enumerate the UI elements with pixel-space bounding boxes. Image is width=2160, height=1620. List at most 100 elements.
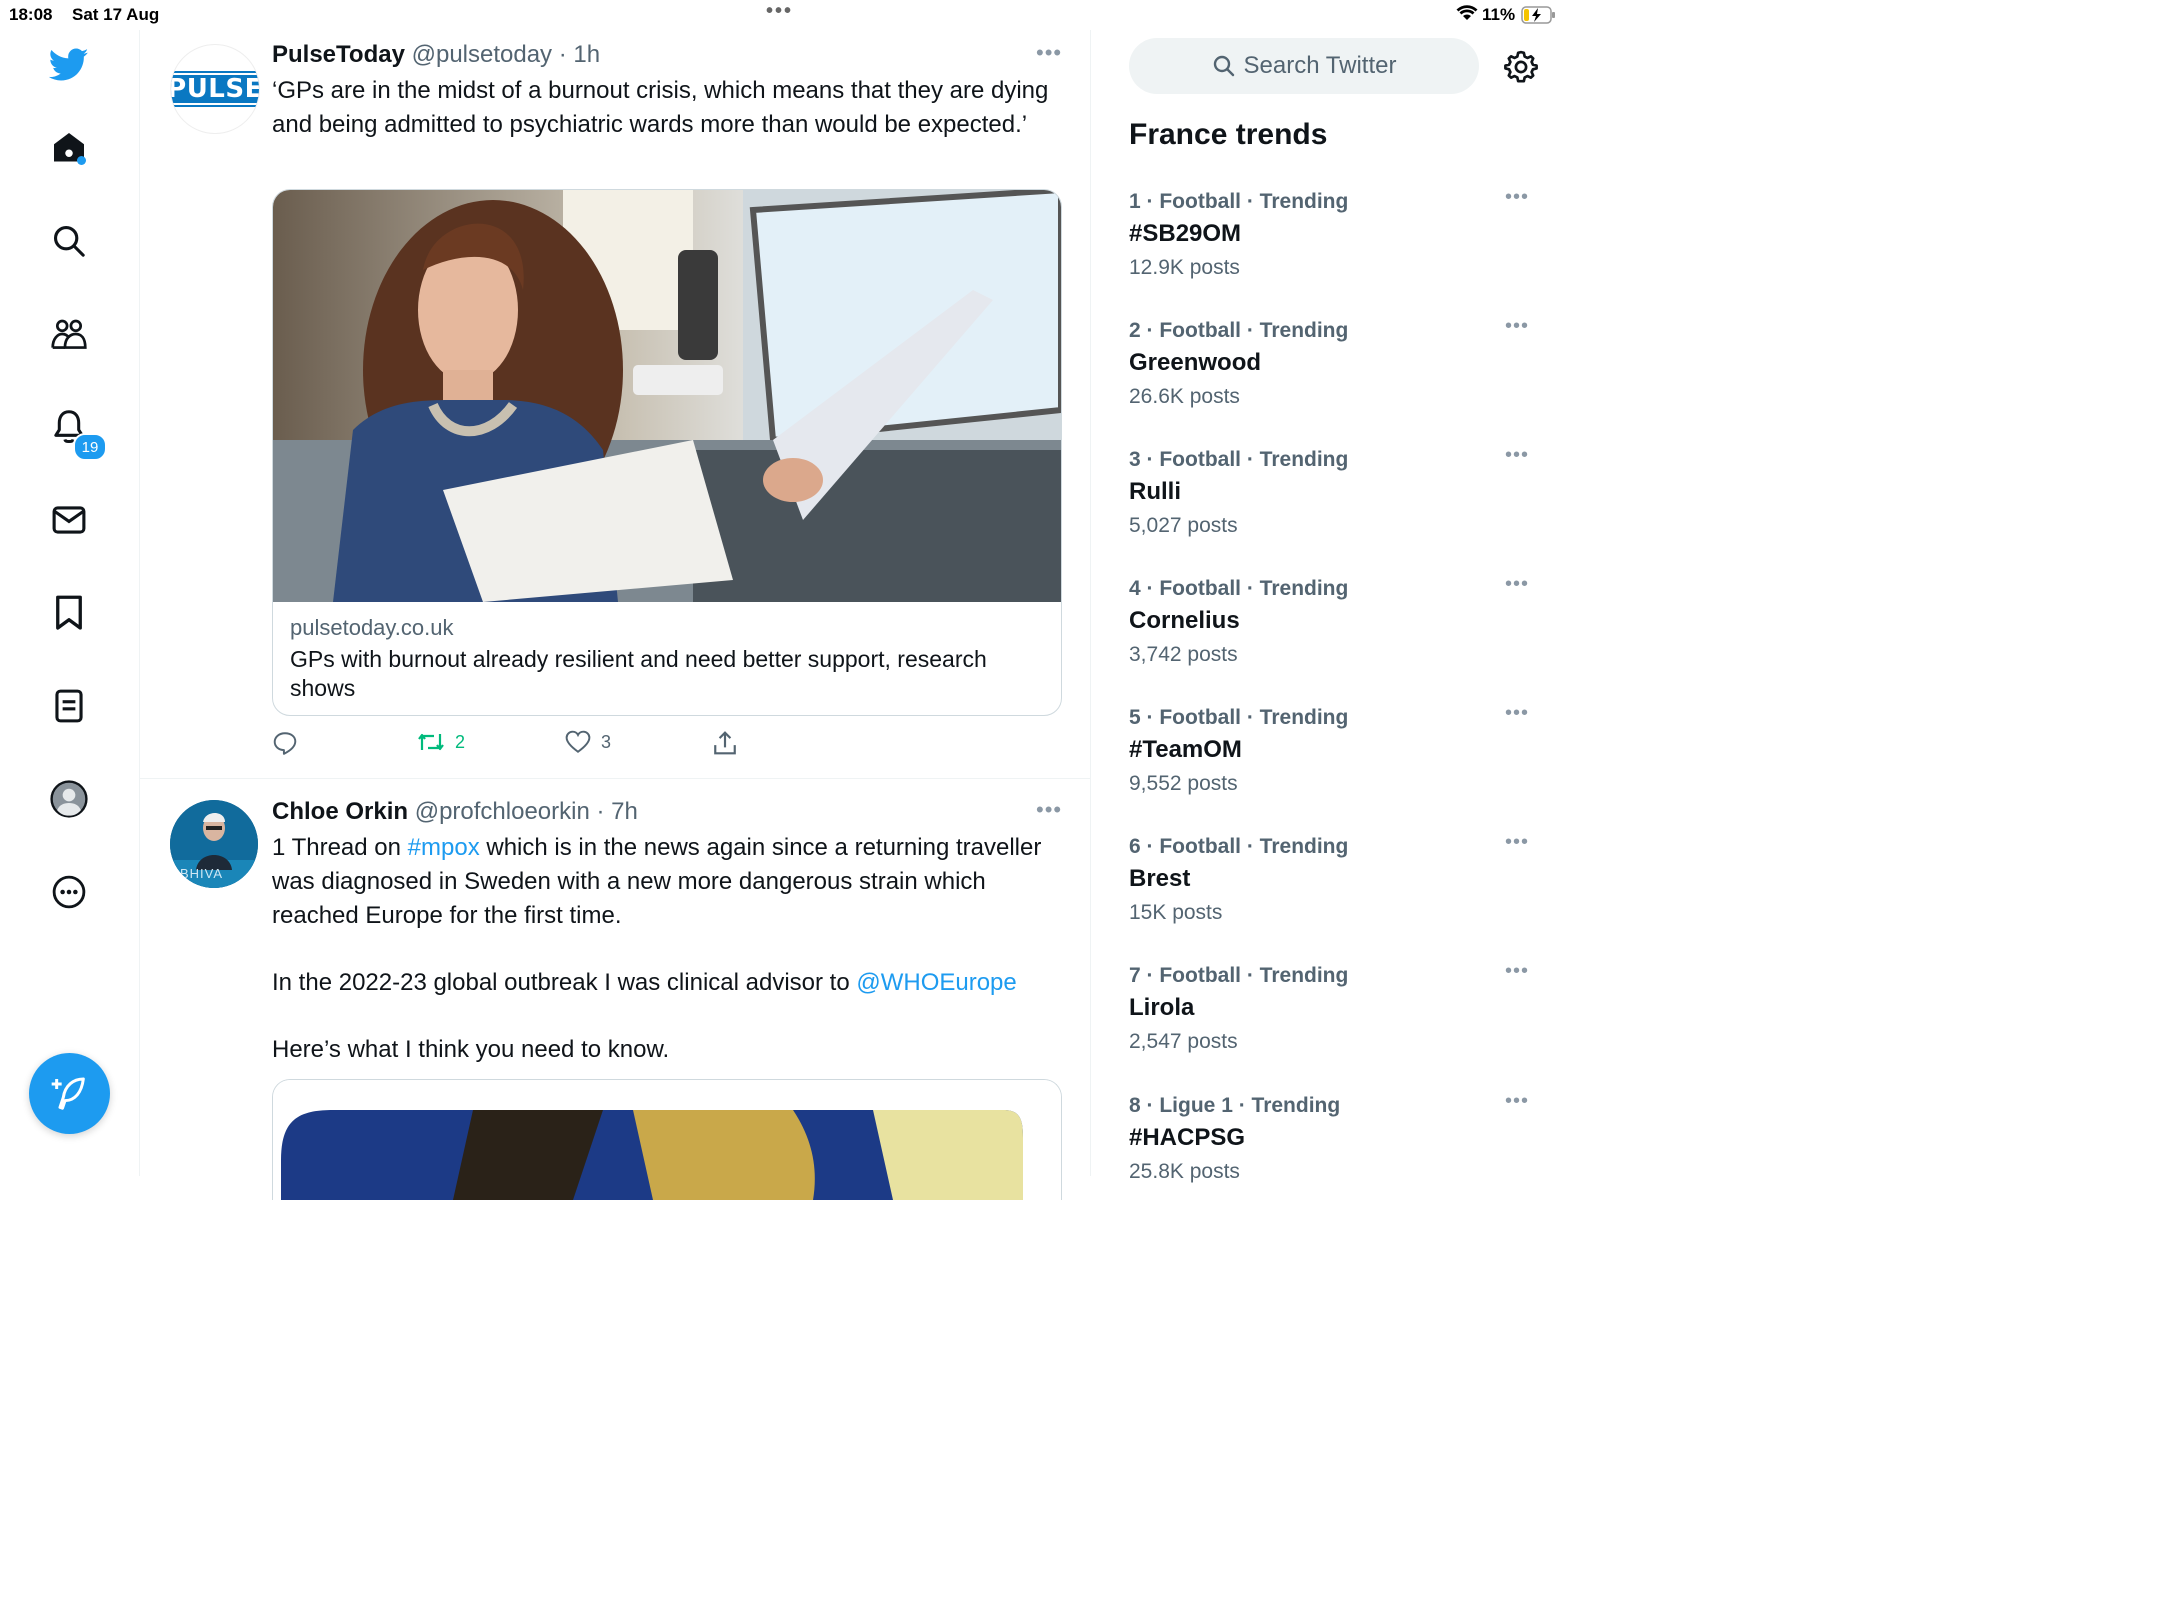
trend-count: 5,027 posts — [1129, 514, 1238, 537]
trend-name: #SB29OM — [1129, 220, 1242, 247]
profile-icon[interactable] — [49, 779, 89, 819]
gear-icon[interactable] — [1504, 50, 1538, 89]
trend-category: Football · Trending — [1159, 964, 1349, 987]
tweet-text: ‘GPs are in the midst of a burnout crisi… — [272, 77, 1049, 138]
trend-category: Ligue 1 · Trending — [1159, 1094, 1341, 1117]
trend-rank: 5 — [1129, 706, 1141, 729]
avatar-banner-text: BHIVA — [180, 866, 224, 881]
battery-charging-icon — [1521, 6, 1557, 29]
author-name[interactable]: Chloe Orkin — [272, 798, 408, 825]
tweet-text-segment: Here’s what I think you need to know. — [272, 1036, 670, 1063]
reply-icon — [273, 732, 297, 755]
trend-rank: 2 — [1129, 319, 1141, 342]
trend-category: Football · Trending — [1159, 448, 1349, 471]
twitter-bird-icon[interactable] — [49, 45, 89, 85]
trend-item[interactable]: 1 · Football · Trending #SB29OM 12.9K po… — [1129, 186, 1549, 280]
tweet-text-segment: In the 2022-23 global outbreak I was cli… — [272, 969, 857, 996]
compose-tweet-button[interactable] — [29, 1053, 110, 1134]
retweet-count: 2 — [455, 731, 466, 752]
trend-name: #TeamOM — [1129, 736, 1242, 763]
search-input[interactable]: Search Twitter — [1129, 38, 1479, 94]
battery-percent: 11% — [1482, 5, 1516, 24]
card-domain: pulsetoday.co.uk — [290, 615, 454, 640]
trend-item[interactable]: 8 · Ligue 1 · Trending #HACPSG 25.8K pos… — [1129, 1090, 1549, 1184]
status-time: 18:08 — [9, 5, 53, 24]
trend-category: Football · Trending — [1159, 835, 1349, 858]
link-card[interactable]: pulsetoday.co.uk GPs with burnout alread… — [272, 189, 1062, 716]
media-image — [273, 1080, 1061, 1200]
author-name[interactable]: PulseToday — [272, 41, 405, 68]
home-unread-dot — [77, 156, 86, 165]
trend-count: 2,547 posts — [1129, 1030, 1238, 1053]
trend-name: Lirola — [1129, 994, 1195, 1021]
status-date: Sat 17 Aug — [72, 5, 160, 24]
trend-more-icon[interactable]: ••• — [1505, 960, 1529, 983]
trend-category: Football · Trending — [1159, 190, 1349, 213]
trend-item[interactable]: 4 · Football · Trending Cornelius 3,742 … — [1129, 573, 1549, 667]
bookmark-icon[interactable] — [49, 593, 89, 633]
trend-name: Cornelius — [1129, 607, 1240, 634]
tweet-time[interactable]: 7h — [611, 798, 638, 825]
mail-icon[interactable] — [49, 500, 89, 540]
trend-more-icon[interactable]: ••• — [1505, 315, 1529, 338]
trend-more-icon[interactable]: ••• — [1505, 444, 1529, 467]
trend-count: 12.9K posts — [1129, 256, 1240, 279]
trend-item[interactable]: 2 · Football · Trending Greenwood 26.6K … — [1129, 315, 1549, 409]
card-image — [273, 190, 1061, 602]
author-handle[interactable]: @profchloeorkin — [415, 798, 590, 825]
search-icon[interactable] — [49, 221, 89, 261]
share-button[interactable] — [713, 730, 737, 756]
lists-icon[interactable] — [49, 686, 89, 726]
media-card[interactable] — [272, 1079, 1062, 1200]
trend-more-icon[interactable]: ••• — [1505, 702, 1529, 725]
trend-item[interactable]: 3 · Football · Trending Rulli 5,027 post… — [1129, 444, 1549, 538]
share-icon — [714, 731, 736, 755]
trend-more-icon[interactable]: ••• — [1505, 573, 1529, 596]
trend-category: Football · Trending — [1159, 706, 1349, 729]
card-title: GPs with burnout already resilient and n… — [290, 646, 987, 701]
tweet-more-icon[interactable]: ••• — [1036, 40, 1062, 66]
trends-title: France trends — [1129, 118, 1328, 151]
left-navigation: 19 — [0, 30, 140, 1176]
trend-name: Brest — [1129, 865, 1191, 892]
tweet-more-icon[interactable]: ••• — [1036, 797, 1062, 823]
trend-count: 25.8K posts — [1129, 1160, 1240, 1183]
mention-link[interactable]: @WHOEurope — [856, 969, 1016, 996]
notifications-badge: 19 — [73, 433, 107, 461]
retweet-icon — [418, 733, 444, 751]
trend-name: #HACPSG — [1129, 1124, 1246, 1151]
more-icon[interactable] — [49, 872, 89, 912]
timeline-feed: PULSE PulseToday @pulsetoday · 1h ••• ‘G… — [140, 30, 1091, 1200]
trend-count: 3,742 posts — [1129, 643, 1238, 666]
trend-count: 26.6K posts — [1129, 385, 1240, 408]
trend-more-icon[interactable]: ••• — [1505, 186, 1529, 209]
tweet[interactable]: PULSE PulseToday @pulsetoday · 1h ••• ‘G… — [140, 30, 1090, 778]
reply-button[interactable] — [272, 730, 298, 756]
trend-more-icon[interactable]: ••• — [1505, 831, 1529, 854]
hashtag-link[interactable]: #mpox — [408, 834, 480, 861]
communities-icon[interactable] — [49, 314, 89, 354]
trend-rank: 3 — [1129, 448, 1141, 471]
search-placeholder: Search Twitter — [1243, 52, 1397, 79]
tweet[interactable]: BHIVA Chloe Orkin @profchloeorkin · 7h •… — [140, 779, 1090, 1200]
tweet-text-segment: 1 Thread on — [272, 834, 408, 861]
multitasking-dots-icon[interactable]: ••• — [766, 0, 793, 23]
trend-item[interactable]: 6 · Football · Trending Brest 15K posts … — [1129, 831, 1549, 925]
trend-more-icon[interactable]: ••• — [1505, 1090, 1529, 1113]
trend-category: Football · Trending — [1159, 319, 1349, 342]
like-count: 3 — [601, 731, 612, 752]
avatar[interactable]: BHIVA — [170, 800, 258, 888]
trend-item[interactable]: 7 · Football · Trending Lirola 2,547 pos… — [1129, 960, 1549, 1054]
trend-count: 15K posts — [1129, 901, 1223, 924]
author-handle[interactable]: @pulsetoday — [412, 41, 552, 68]
tweet-time[interactable]: 1h — [573, 41, 600, 68]
trend-item[interactable]: 5 · Football · Trending #TeamOM 9,552 po… — [1129, 702, 1549, 796]
right-sidebar: Search Twitter France trends 1 · Footbal… — [1091, 30, 1564, 1183]
tweet-actions: 2 3 — [272, 730, 1072, 760]
search-icon — [1213, 55, 1234, 77]
tweet-text: 1 Thread on #mpox which is in the news a… — [272, 831, 1072, 1067]
avatar[interactable]: PULSE — [170, 44, 260, 134]
retweet-button[interactable]: 2 — [417, 730, 465, 754]
like-button[interactable]: 3 — [565, 730, 611, 754]
trend-name: Greenwood — [1129, 349, 1262, 376]
